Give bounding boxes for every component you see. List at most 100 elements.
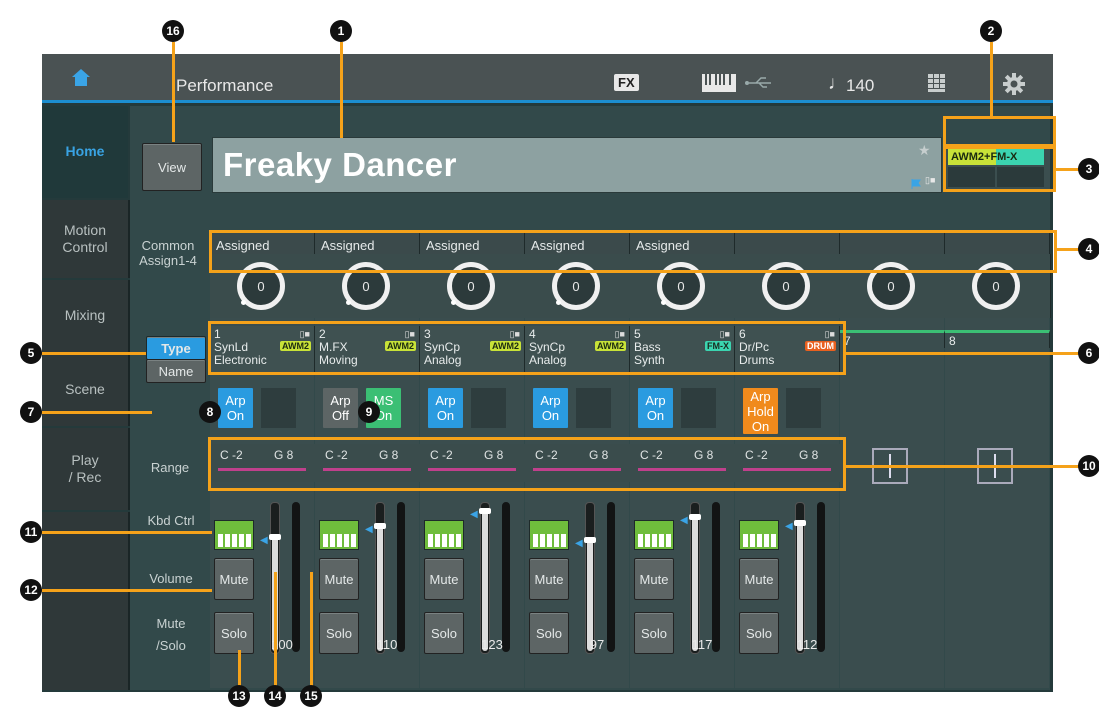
leader-line: [40, 411, 152, 414]
callout-14: 14: [264, 685, 286, 707]
level-meter: [502, 502, 510, 652]
key: [764, 534, 769, 547]
tempo-value[interactable]: 140: [846, 76, 874, 96]
knob-indicator: [241, 300, 246, 305]
arp-button[interactable]: Arp On: [533, 388, 568, 428]
solo-button[interactable]: Solo: [319, 612, 359, 654]
fader-knob[interactable]: [584, 537, 596, 543]
fader-knob[interactable]: [479, 508, 491, 514]
volume-marker-icon: ◀: [680, 515, 688, 526]
level-meter: [397, 502, 405, 652]
mute-button[interactable]: Mute: [214, 558, 254, 600]
key: [337, 534, 342, 547]
usb-icon: [744, 76, 774, 90]
key: [757, 534, 762, 547]
solo-button[interactable]: Solo: [214, 612, 254, 654]
sidebar-item-label: Play / Rec: [68, 451, 102, 486]
fader-knob[interactable]: [794, 520, 806, 526]
callout-6: 6: [1078, 342, 1099, 364]
sidebar-item-motion-control[interactable]: Motion Control: [42, 200, 130, 278]
callout-15: 15: [300, 685, 322, 707]
key: [533, 534, 538, 547]
arp-button[interactable]: Arp Off: [323, 388, 358, 428]
mute-button[interactable]: Mute: [424, 558, 464, 600]
volume-marker-icon: ◀: [365, 524, 373, 535]
volume-fader[interactable]: [794, 502, 806, 654]
type-button[interactable]: Type: [146, 336, 206, 360]
part-slot[interactable]: 7: [840, 330, 945, 348]
kbd-ctrl-icon[interactable]: [634, 520, 674, 550]
arp-button[interactable]: Arp On: [428, 388, 463, 428]
level-meter: [607, 502, 615, 652]
fx-indicator[interactable]: FX: [614, 74, 639, 91]
knob-indicator: [661, 300, 666, 305]
arp-button[interactable]: Arp On: [218, 388, 253, 428]
sidebar-item-mixing[interactable]: Mixing: [42, 280, 130, 352]
key: [561, 534, 566, 547]
performance-name: Freaky Dancer: [223, 146, 457, 183]
volume-fader[interactable]: [374, 502, 386, 654]
callout-10: 10: [1078, 455, 1099, 477]
volume-fader[interactable]: [479, 502, 491, 654]
key: [771, 534, 776, 547]
kbd-ctrl-icon[interactable]: [529, 520, 569, 550]
key: [743, 534, 748, 547]
fader-knob[interactable]: [374, 523, 386, 529]
performance-name-field[interactable]: Freaky Dancer ★ ▯■: [212, 137, 942, 193]
arp-button[interactable]: Arp Hold On: [743, 388, 778, 434]
empty-slot: [681, 388, 716, 428]
volume-label: Volume: [149, 571, 193, 586]
mute-button[interactable]: Mute: [529, 558, 569, 600]
quarter-note-icon: ♩: [828, 73, 847, 94]
level-meter: [817, 502, 825, 652]
gear-icon[interactable]: [1003, 73, 1025, 95]
flag-icon: [911, 176, 921, 189]
mute-button[interactable]: Mute: [319, 558, 359, 600]
fader-knob[interactable]: [269, 534, 281, 540]
highlight-range: [208, 437, 846, 491]
arp-button[interactable]: Arp On: [638, 388, 673, 428]
callout-4: 4: [1078, 238, 1099, 260]
memory-icon: ▯■: [925, 175, 936, 185]
sidebar-item-home[interactable]: Home: [42, 106, 128, 198]
volume-value: 123: [481, 637, 503, 652]
highlight-parts: [208, 321, 846, 375]
key: [344, 534, 349, 547]
name-button[interactable]: Name: [146, 359, 206, 383]
volume-marker-icon: ◀: [575, 538, 583, 549]
sidebar-item-play-rec[interactable]: Play / Rec: [42, 428, 130, 510]
sidebar-empty: [42, 512, 130, 690]
kbd-ctrl-icon[interactable]: [424, 520, 464, 550]
kbd-ctrl-icon[interactable]: [739, 520, 779, 550]
solo-button[interactable]: Solo: [634, 612, 674, 654]
knob-indicator: [556, 300, 561, 305]
callout-9: 9: [358, 401, 380, 423]
view-button[interactable]: View: [142, 143, 202, 191]
mute-button[interactable]: Mute: [634, 558, 674, 600]
key: [666, 534, 671, 547]
grid-icon[interactable]: [928, 74, 950, 92]
kbd-ctrl-icon[interactable]: [214, 520, 254, 550]
keyboard-icon: [702, 74, 736, 92]
fader-fill: [692, 516, 698, 651]
solo-button[interactable]: Solo: [529, 612, 569, 654]
solo-button[interactable]: Solo: [424, 612, 464, 654]
favorite-star-icon[interactable]: ★: [918, 142, 931, 159]
kbd-ctrl-icon[interactable]: [319, 520, 359, 550]
home-icon[interactable]: [70, 66, 92, 88]
volume-value: 110: [376, 637, 398, 652]
key: [554, 534, 559, 547]
knob-indicator: [346, 300, 351, 305]
volume-fader[interactable]: [689, 502, 701, 654]
fader-knob[interactable]: [689, 514, 701, 520]
volume-value: 97: [589, 637, 605, 652]
sidebar-item-scene[interactable]: Scene: [42, 354, 130, 426]
solo-button[interactable]: Solo: [739, 612, 779, 654]
volume-fader[interactable]: [584, 502, 596, 654]
mute-button[interactable]: Mute: [739, 558, 779, 600]
leader-line: [1056, 168, 1080, 171]
volume-value: 112: [796, 637, 818, 652]
fader-fill: [482, 510, 488, 651]
leader-line: [846, 352, 1080, 355]
part-slot[interactable]: 8: [945, 330, 1050, 348]
